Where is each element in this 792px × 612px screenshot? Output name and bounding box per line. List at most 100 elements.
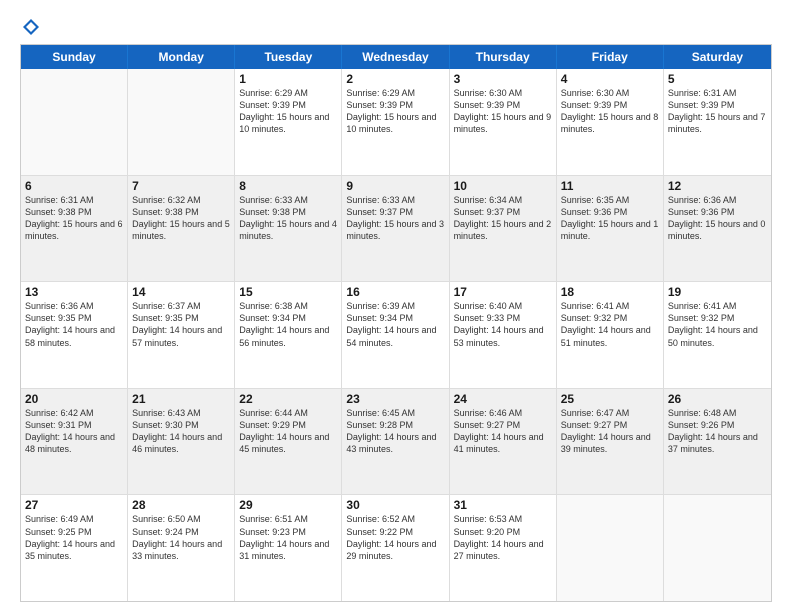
day-number: 23 xyxy=(346,392,444,406)
calendar-cell: 26Sunrise: 6:48 AM Sunset: 9:26 PM Dayli… xyxy=(664,389,771,495)
logo-flag-icon xyxy=(22,18,40,36)
calendar-cell: 7Sunrise: 6:32 AM Sunset: 9:38 PM Daylig… xyxy=(128,176,235,282)
cell-info: Sunrise: 6:47 AM Sunset: 9:27 PM Dayligh… xyxy=(561,407,659,456)
calendar-cell: 23Sunrise: 6:45 AM Sunset: 9:28 PM Dayli… xyxy=(342,389,449,495)
day-number: 15 xyxy=(239,285,337,299)
day-number: 16 xyxy=(346,285,444,299)
calendar-body: 1 Sunrise: 6:29 AM Sunset: 9:39 PM Daylig… xyxy=(21,69,771,601)
calendar-cell: 19Sunrise: 6:41 AM Sunset: 9:32 PM Dayli… xyxy=(664,282,771,388)
calendar-row-3: 13Sunrise: 6:36 AM Sunset: 9:35 PM Dayli… xyxy=(21,281,771,388)
calendar-cell: 17Sunrise: 6:40 AM Sunset: 9:33 PM Dayli… xyxy=(450,282,557,388)
calendar-cell: 31Sunrise: 6:53 AM Sunset: 9:20 PM Dayli… xyxy=(450,495,557,601)
day-number: 13 xyxy=(25,285,123,299)
header-day-sunday: Sunday xyxy=(21,45,128,69)
cell-info: Sunrise: 6:30 AM Sunset: 9:39 PM Dayligh… xyxy=(454,87,552,136)
cell-info: Sunrise: 6:36 AM Sunset: 9:36 PM Dayligh… xyxy=(668,194,767,243)
calendar-cell: 24Sunrise: 6:46 AM Sunset: 9:27 PM Dayli… xyxy=(450,389,557,495)
header-day-saturday: Saturday xyxy=(664,45,771,69)
day-number: 26 xyxy=(668,392,767,406)
calendar-cell: 1Sunrise: 6:29 AM Sunset: 9:39 PM Daylig… xyxy=(235,69,342,175)
day-number: 18 xyxy=(561,285,659,299)
day-number: 11 xyxy=(561,179,659,193)
day-number: 9 xyxy=(346,179,444,193)
cell-info: Sunrise: 6:31 AM Sunset: 9:39 PM Dayligh… xyxy=(668,87,767,136)
header-day-tuesday: Tuesday xyxy=(235,45,342,69)
header-day-thursday: Thursday xyxy=(450,45,557,69)
calendar-cell: 14Sunrise: 6:37 AM Sunset: 9:35 PM Dayli… xyxy=(128,282,235,388)
calendar-cell: 18Sunrise: 6:41 AM Sunset: 9:32 PM Dayli… xyxy=(557,282,664,388)
cell-info: Sunrise: 6:32 AM Sunset: 9:38 PM Dayligh… xyxy=(132,194,230,243)
header xyxy=(20,18,772,36)
calendar-cell: 8Sunrise: 6:33 AM Sunset: 9:38 PM Daylig… xyxy=(235,176,342,282)
cell-info: Sunrise: 6:40 AM Sunset: 9:33 PM Dayligh… xyxy=(454,300,552,349)
cell-info: Sunrise: 6:35 AM Sunset: 9:36 PM Dayligh… xyxy=(561,194,659,243)
calendar-cell: 30Sunrise: 6:52 AM Sunset: 9:22 PM Dayli… xyxy=(342,495,449,601)
calendar-cell: 5Sunrise: 6:31 AM Sunset: 9:39 PM Daylig… xyxy=(664,69,771,175)
day-number: 4 xyxy=(561,72,659,86)
cell-info: Sunrise: 6:43 AM Sunset: 9:30 PM Dayligh… xyxy=(132,407,230,456)
calendar-cell: 20Sunrise: 6:42 AM Sunset: 9:31 PM Dayli… xyxy=(21,389,128,495)
cell-info: Sunrise: 6:42 AM Sunset: 9:31 PM Dayligh… xyxy=(25,407,123,456)
day-number: 6 xyxy=(25,179,123,193)
cell-info: Sunrise: 6:46 AM Sunset: 9:27 PM Dayligh… xyxy=(454,407,552,456)
cell-info: Sunrise: 6:45 AM Sunset: 9:28 PM Dayligh… xyxy=(346,407,444,456)
calendar: SundayMondayTuesdayWednesdayThursdayFrid… xyxy=(20,44,772,602)
calendar-cell: 22Sunrise: 6:44 AM Sunset: 9:29 PM Dayli… xyxy=(235,389,342,495)
day-number: 20 xyxy=(25,392,123,406)
header-day-friday: Friday xyxy=(557,45,664,69)
calendar-cell: 12Sunrise: 6:36 AM Sunset: 9:36 PM Dayli… xyxy=(664,176,771,282)
calendar-cell: 25Sunrise: 6:47 AM Sunset: 9:27 PM Dayli… xyxy=(557,389,664,495)
day-number: 29 xyxy=(239,498,337,512)
day-number: 14 xyxy=(132,285,230,299)
day-number: 8 xyxy=(239,179,337,193)
calendar-cell: 3Sunrise: 6:30 AM Sunset: 9:39 PM Daylig… xyxy=(450,69,557,175)
calendar-cell: 11Sunrise: 6:35 AM Sunset: 9:36 PM Dayli… xyxy=(557,176,664,282)
cell-info: Sunrise: 6:53 AM Sunset: 9:20 PM Dayligh… xyxy=(454,513,552,562)
header-day-wednesday: Wednesday xyxy=(342,45,449,69)
day-number: 24 xyxy=(454,392,552,406)
day-number: 25 xyxy=(561,392,659,406)
cell-info: Sunrise: 6:33 AM Sunset: 9:38 PM Dayligh… xyxy=(239,194,337,243)
day-number: 12 xyxy=(668,179,767,193)
calendar-row-1: 1 Sunrise: 6:29 AM Sunset: 9:39 PM Daylig… xyxy=(21,69,771,175)
calendar-header: SundayMondayTuesdayWednesdayThursdayFrid… xyxy=(21,45,771,69)
day-number: 28 xyxy=(132,498,230,512)
cell-info: Sunrise: 6:36 AM Sunset: 9:35 PM Dayligh… xyxy=(25,300,123,349)
header-day-monday: Monday xyxy=(128,45,235,69)
day-number: 7 xyxy=(132,179,230,193)
calendar-cell xyxy=(664,495,771,601)
cell-info: Sunrise: 6:39 AM Sunset: 9:34 PM Dayligh… xyxy=(346,300,444,349)
day-number: 30 xyxy=(346,498,444,512)
cell-info: Sunrise: 6:33 AM Sunset: 9:37 PM Dayligh… xyxy=(346,194,444,243)
cell-info: Sunrise: 6:34 AM Sunset: 9:37 PM Dayligh… xyxy=(454,194,552,243)
day-number: 21 xyxy=(132,392,230,406)
calendar-cell: 15Sunrise: 6:38 AM Sunset: 9:34 PM Dayli… xyxy=(235,282,342,388)
calendar-row-5: 27Sunrise: 6:49 AM Sunset: 9:25 PM Dayli… xyxy=(21,494,771,601)
page: SundayMondayTuesdayWednesdayThursdayFrid… xyxy=(0,0,792,612)
day-number: 17 xyxy=(454,285,552,299)
cell-info: Sunrise: 6:31 AM Sunset: 9:38 PM Dayligh… xyxy=(25,194,123,243)
calendar-cell: 4Sunrise: 6:30 AM Sunset: 9:39 PM Daylig… xyxy=(557,69,664,175)
day-number: 3 xyxy=(454,72,552,86)
cell-info: Sunrise: 6:29 AM Sunset: 9:39 PM Dayligh… xyxy=(346,87,444,136)
day-number: 1 xyxy=(239,72,337,86)
calendar-row-2: 6Sunrise: 6:31 AM Sunset: 9:38 PM Daylig… xyxy=(21,175,771,282)
cell-info: Sunrise: 6:49 AM Sunset: 9:25 PM Dayligh… xyxy=(25,513,123,562)
cell-info: Sunrise: 6:38 AM Sunset: 9:34 PM Dayligh… xyxy=(239,300,337,349)
calendar-cell: 10Sunrise: 6:34 AM Sunset: 9:37 PM Dayli… xyxy=(450,176,557,282)
cell-info: Sunrise: 6:44 AM Sunset: 9:29 PM Dayligh… xyxy=(239,407,337,456)
calendar-cell: 27Sunrise: 6:49 AM Sunset: 9:25 PM Dayli… xyxy=(21,495,128,601)
calendar-cell: 29Sunrise: 6:51 AM Sunset: 9:23 PM Dayli… xyxy=(235,495,342,601)
day-number: 10 xyxy=(454,179,552,193)
day-number: 5 xyxy=(668,72,767,86)
calendar-cell xyxy=(128,69,235,175)
calendar-cell: 13Sunrise: 6:36 AM Sunset: 9:35 PM Dayli… xyxy=(21,282,128,388)
calendar-cell: 6Sunrise: 6:31 AM Sunset: 9:38 PM Daylig… xyxy=(21,176,128,282)
cell-info: Sunrise: 6:51 AM Sunset: 9:23 PM Dayligh… xyxy=(239,513,337,562)
calendar-cell: 2Sunrise: 6:29 AM Sunset: 9:39 PM Daylig… xyxy=(342,69,449,175)
day-number: 27 xyxy=(25,498,123,512)
calendar-cell: 21Sunrise: 6:43 AM Sunset: 9:30 PM Dayli… xyxy=(128,389,235,495)
cell-info: Sunrise: 6:41 AM Sunset: 9:32 PM Dayligh… xyxy=(561,300,659,349)
day-number: 2 xyxy=(346,72,444,86)
day-number: 22 xyxy=(239,392,337,406)
